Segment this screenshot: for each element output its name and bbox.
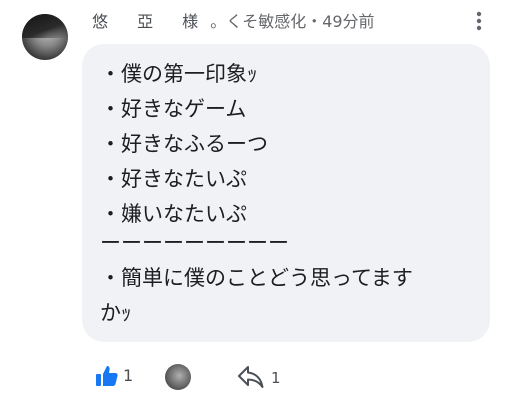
comment-line: ・簡単に僕のことどう思ってます <box>100 266 413 290</box>
comment-bubble <box>82 44 490 342</box>
reactor-avatar[interactable] <box>165 364 191 390</box>
author-name[interactable]: 悠 亞 様 <box>92 8 210 32</box>
reply-arrow-icon[interactable] <box>237 364 265 390</box>
comment-divider-line: ーーーーーーーーー <box>100 231 289 255</box>
more-vertical-icon[interactable] <box>468 10 490 32</box>
comment-line: ・嫌いなたいぷ <box>100 202 247 226</box>
comment-meta: 。くそ敏感化・49分前 <box>210 12 375 31</box>
comment-line: ・好きなふるーつ <box>100 132 268 156</box>
thumbs-up-icon[interactable] <box>95 364 119 388</box>
comment-line: かｯ <box>100 301 132 325</box>
comment-line: ・僕の第一印象ｯ <box>100 62 258 86</box>
reply-count: 1 <box>271 369 281 387</box>
avatar-hair-shape <box>22 14 68 38</box>
author-avatar[interactable] <box>22 14 68 60</box>
comment-line: ・好きなゲーム <box>100 97 247 121</box>
comment-line: ・好きなたいぷ <box>100 167 247 191</box>
like-count: 1 <box>123 366 134 385</box>
comment-header: 悠 亞 様 。くそ敏感化・49分前 <box>92 8 375 32</box>
